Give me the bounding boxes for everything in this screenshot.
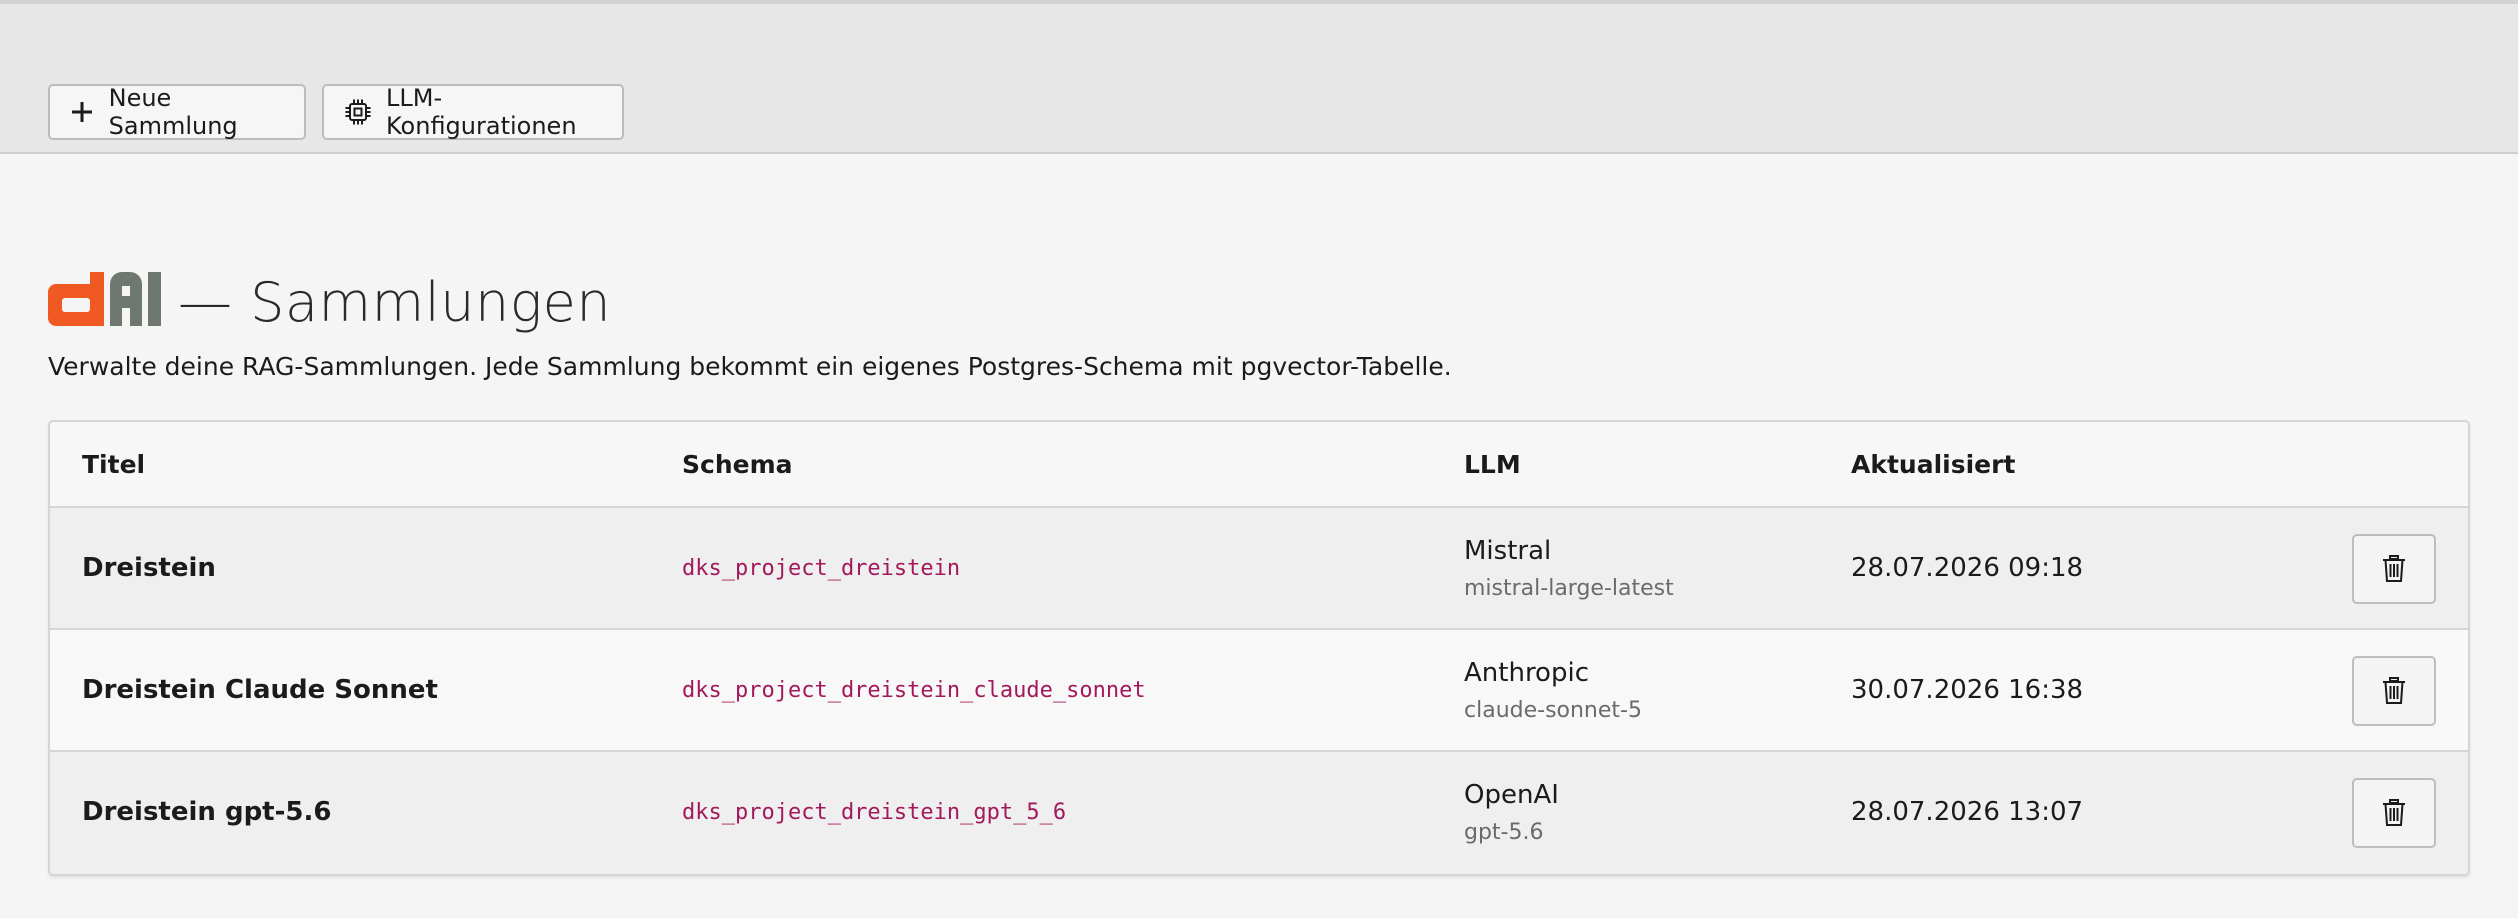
- table-row[interactable]: Dreistein dks_project_dreistein Mistral …: [50, 508, 2468, 630]
- llm-model: claude-sonnet-5: [1464, 697, 1642, 723]
- collection-llm: OpenAI gpt-5.6: [1464, 752, 1559, 872]
- toolbar: Neue Sammlung LLM-Konfigurationen: [0, 4, 2518, 154]
- collection-schema: dks_project_dreistein: [682, 555, 961, 581]
- collection-updated: 28.07.2026 13:07: [1851, 797, 2084, 827]
- llm-configs-button[interactable]: LLM-Konfigurationen: [322, 84, 624, 140]
- collection-updated: 30.07.2026 16:38: [1851, 675, 2084, 705]
- collection-schema: dks_project_dreistein_claude_sonnet: [682, 677, 1146, 703]
- collection-title: Dreistein: [82, 553, 216, 583]
- column-header-title: Titel: [82, 449, 146, 479]
- page-header: — Sammlungen: [48, 262, 611, 342]
- llm-model: mistral-large-latest: [1464, 575, 1674, 601]
- llm-model: gpt-5.6: [1464, 819, 1544, 845]
- delete-button[interactable]: [2352, 656, 2436, 726]
- page-description: Verwalte deine RAG-Sammlungen. Jede Samm…: [48, 352, 1452, 381]
- llm-provider: Mistral: [1464, 535, 1552, 566]
- table-header: Titel Schema LLM Aktualisiert: [50, 422, 2468, 508]
- collection-updated: 28.07.2026 09:18: [1851, 553, 2084, 583]
- trash-icon: [2383, 555, 2405, 582]
- collection-title: Dreistein gpt-5.6: [82, 797, 332, 827]
- chip-icon: [344, 98, 372, 126]
- delete-button[interactable]: [2352, 534, 2436, 604]
- collection-title: Dreistein Claude Sonnet: [82, 675, 438, 705]
- column-header-llm: LLM: [1464, 449, 1521, 479]
- page-title: — Sammlungen: [178, 270, 612, 334]
- llm-provider: OpenAI: [1464, 779, 1559, 810]
- column-header-schema: Schema: [682, 449, 793, 479]
- table-row[interactable]: Dreistein Claude Sonnet dks_project_drei…: [50, 630, 2468, 752]
- new-collection-button[interactable]: Neue Sammlung: [48, 84, 306, 140]
- column-header-updated: Aktualisiert: [1851, 449, 2016, 479]
- llm-provider: Anthropic: [1464, 657, 1589, 688]
- collection-llm: Mistral mistral-large-latest: [1464, 508, 1674, 628]
- collections-table: Titel Schema LLM Aktualisiert Dreistein …: [48, 420, 2470, 876]
- collection-llm: Anthropic claude-sonnet-5: [1464, 630, 1642, 750]
- collection-schema: dks_project_dreistein_gpt_5_6: [682, 799, 1067, 825]
- new-collection-label: Neue Sammlung: [108, 84, 238, 140]
- plus-icon: [70, 98, 95, 126]
- dai-logo: [48, 272, 161, 326]
- trash-icon: [2383, 799, 2405, 826]
- table-row[interactable]: Dreistein gpt-5.6 dks_project_dreistein_…: [50, 752, 2468, 874]
- llm-configs-label: LLM-Konfigurationen: [386, 84, 577, 140]
- delete-button[interactable]: [2352, 778, 2436, 848]
- trash-icon: [2383, 677, 2405, 704]
